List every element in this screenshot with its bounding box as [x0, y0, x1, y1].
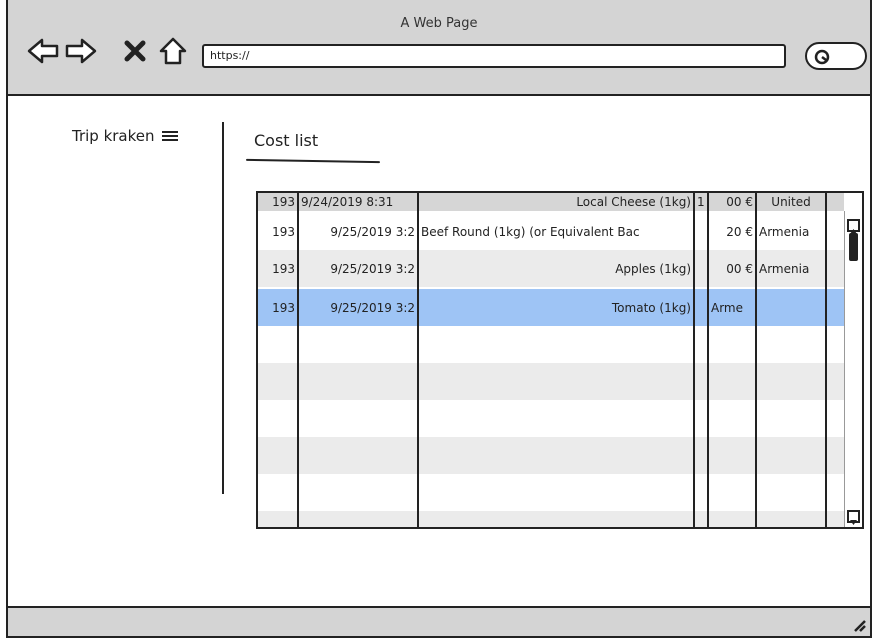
home-icon[interactable]	[158, 36, 188, 66]
menu-icon[interactable]	[161, 129, 179, 143]
browser-toolbar: A Web Page https://	[8, 0, 870, 96]
table-cell	[694, 250, 708, 287]
close-icon[interactable]	[124, 36, 146, 66]
app-brand[interactable]: Trip kraken	[72, 127, 179, 145]
status-bar	[8, 606, 870, 636]
title-underline	[245, 158, 381, 164]
table-cell: 193	[272, 300, 295, 315]
table-cell: Armenia	[759, 224, 810, 239]
table-cell	[694, 213, 708, 250]
cost-table[interactable]: 193 9/24/2019 8:31 Local Cheese (1kg) 1 …	[256, 191, 864, 529]
url-input[interactable]: https://	[202, 44, 786, 68]
table-cell: 1	[697, 195, 705, 209]
resize-handle-icon[interactable]	[852, 618, 866, 632]
table-cell: Beef Round (1kg) (or Equivalent Bac	[421, 224, 640, 239]
table-cell: 00 €	[726, 195, 753, 209]
table-cell: 9/25/2019 3:2	[330, 300, 415, 315]
scroll-down-button[interactable]	[847, 510, 860, 525]
table-cell: 9/25/2019 3:2	[330, 261, 415, 276]
arrow-down-icon	[850, 520, 857, 525]
table-cell: 20 €	[726, 224, 753, 239]
table-cell: Armenia	[759, 261, 810, 276]
table-cell: 9/25/2019 3:2	[330, 224, 415, 239]
table-cell	[694, 289, 708, 326]
table-cell: 9/24/2019 8:31	[301, 195, 394, 209]
column-divider[interactable]	[297, 193, 299, 527]
scroll-thumb[interactable]	[849, 233, 858, 261]
brand-label: Trip kraken	[72, 127, 155, 145]
table-cell: 00 €	[726, 261, 753, 276]
search-button[interactable]	[805, 42, 867, 70]
table-cell: Local Cheese (1kg)	[576, 195, 691, 209]
column-divider[interactable]	[693, 193, 695, 527]
column-divider[interactable]	[417, 193, 419, 527]
table-cell	[756, 289, 826, 326]
column-divider[interactable]	[825, 193, 827, 527]
back-icon[interactable]	[26, 36, 60, 66]
page-title: Cost list	[254, 131, 319, 150]
sidebar-divider	[222, 122, 224, 494]
forward-icon[interactable]	[64, 36, 98, 66]
table-cell: 193	[272, 261, 295, 276]
table-cell: Tomato (1kg)	[611, 300, 691, 315]
table-cell: United	[771, 195, 811, 209]
scroll-up-button[interactable]	[847, 219, 860, 234]
table-cell: Apples (1kg)	[615, 261, 691, 276]
vertical-scrollbar[interactable]	[844, 211, 860, 527]
window-title: A Web Page	[400, 16, 478, 31]
table-cell: 193	[272, 195, 295, 209]
table-cell: Arme	[711, 300, 744, 315]
table-cell: 193	[272, 224, 295, 239]
column-divider[interactable]	[707, 193, 709, 527]
column-divider[interactable]	[755, 193, 757, 527]
browser-window: A Web Page https:// Trip kraken Cost lis…	[6, 0, 872, 638]
search-icon	[814, 49, 830, 65]
